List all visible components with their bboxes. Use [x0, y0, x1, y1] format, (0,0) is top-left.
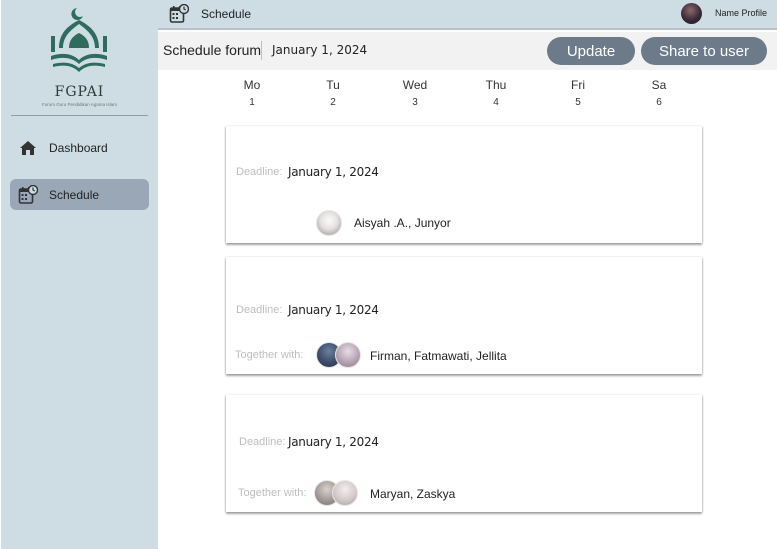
participant-names: Firman, Fatmawati, Jellita: [370, 349, 507, 363]
day-column-monday[interactable]: Mo 1: [232, 78, 272, 108]
deadline-value: January 1, 2024: [288, 165, 379, 179]
brand-name: FGPAI: [54, 84, 105, 100]
sidebar-divider: [11, 115, 148, 116]
deadline-value: January 1, 2024: [288, 435, 379, 449]
day-name: Fri: [571, 78, 585, 92]
participant-names: Aisyah .A., Junyor: [354, 216, 451, 230]
day-column-saturday[interactable]: Sa 6: [639, 78, 679, 108]
forum-date: January 1, 2024: [272, 43, 368, 57]
deadline-label: Deadline:: [236, 166, 283, 178]
schedule-card[interactable]: Deadline: January 1, 2024 Together with:…: [226, 257, 702, 374]
schedule-card[interactable]: Deadline: January 1, 2024 Aisyah .A., Ju…: [226, 126, 702, 243]
page-title: Schedule: [201, 7, 252, 21]
home-icon: [18, 138, 38, 158]
brand-subtitle: Forum Guru Pendidikan Agama Islam: [41, 102, 118, 107]
day-number: 5: [575, 97, 581, 108]
day-number: 1: [249, 97, 255, 108]
schedule-header: Schedule forum January 1, 2024 Update Sh…: [158, 32, 777, 70]
profile-avatar[interactable]: [681, 3, 702, 24]
day-column-tuesday[interactable]: Tu 2: [313, 78, 353, 108]
sidebar-item-label: Schedule: [49, 187, 100, 202]
day-column-friday[interactable]: Fri 5: [558, 78, 598, 108]
top-bar: Schedule Name Profile: [158, 0, 777, 30]
fgpai-logo: [47, 6, 111, 76]
day-column-thursday[interactable]: Thu 4: [476, 78, 516, 108]
day-number: 2: [330, 97, 336, 108]
sidebar: FGPAI Forum Guru Pendidikan Agama Islam …: [1, 0, 158, 549]
schedule-card[interactable]: Deadline: January 1, 2024 Together with:…: [226, 395, 702, 512]
sidebar-item-schedule[interactable]: Schedule: [10, 179, 149, 210]
day-number: 6: [656, 97, 662, 108]
calendar-clock-icon: [169, 3, 190, 24]
header-divider: [261, 41, 262, 60]
deadline-value: January 1, 2024: [288, 303, 379, 317]
update-button[interactable]: Update: [547, 37, 635, 65]
deadline-label: Deadline:: [236, 304, 283, 316]
day-name: Mo: [243, 78, 261, 92]
calendar-clock-icon: [18, 184, 38, 205]
day-name: Thu: [485, 78, 507, 92]
participant-avatar: [316, 210, 342, 236]
deadline-label: Deadline:: [239, 436, 286, 448]
sidebar-item-label: Dashboard: [49, 140, 108, 155]
participant-names: Maryan, Zaskya: [370, 487, 456, 501]
forum-title: Schedule forum: [163, 42, 262, 58]
day-name: Tu: [326, 78, 340, 92]
day-column-wednesday[interactable]: Wed 3: [395, 78, 435, 108]
profile-name[interactable]: Name Profile: [715, 8, 767, 18]
share-to-user-button[interactable]: Share to user: [641, 37, 767, 65]
together-with-label: Together with:: [238, 487, 307, 499]
day-name: Sa: [651, 78, 667, 92]
day-number: 3: [412, 97, 418, 108]
participant-avatar: [332, 480, 358, 506]
sidebar-item-dashboard[interactable]: Dashboard: [10, 132, 149, 163]
participant-avatar: [335, 342, 361, 368]
day-name: Wed: [402, 78, 428, 92]
together-with-label: Together with:: [235, 349, 304, 361]
day-number: 4: [493, 97, 499, 108]
